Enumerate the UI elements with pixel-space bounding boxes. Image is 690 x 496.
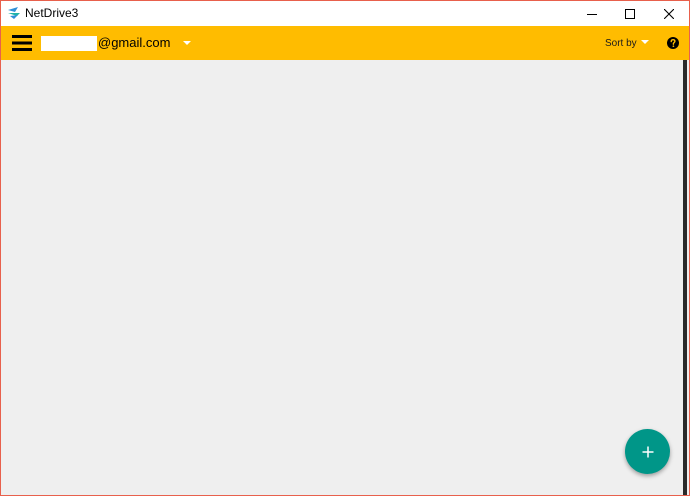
add-drive-button[interactable] <box>625 429 670 474</box>
plus-icon <box>642 446 653 457</box>
maximize-button[interactable] <box>610 1 650 26</box>
window-title: NetDrive3 <box>25 6 79 20</box>
title-bar: NetDrive3 <box>1 1 689 26</box>
minimize-icon <box>587 13 597 15</box>
sort-by-button[interactable]: Sort by <box>605 37 637 50</box>
close-icon <box>664 8 674 19</box>
minimize-button[interactable] <box>572 1 612 26</box>
hamburger-menu-icon[interactable] <box>12 35 32 51</box>
app-toolbar: @gmail.com Sort by <box>1 26 689 60</box>
maximize-icon <box>625 8 635 19</box>
netdrive-logo-icon <box>8 7 20 19</box>
account-email-label[interactable]: @gmail.com <box>98 35 170 51</box>
app-window: NetDrive3 @gmail.com Sort by <box>0 0 690 496</box>
drive-list-area <box>1 60 689 495</box>
account-name-redaction <box>41 36 97 51</box>
caret-down-icon[interactable] <box>640 39 650 46</box>
close-button[interactable] <box>649 1 689 26</box>
caret-down-icon[interactable] <box>181 39 193 47</box>
vertical-scrollbar[interactable] <box>683 60 687 495</box>
help-icon[interactable] <box>667 37 679 49</box>
